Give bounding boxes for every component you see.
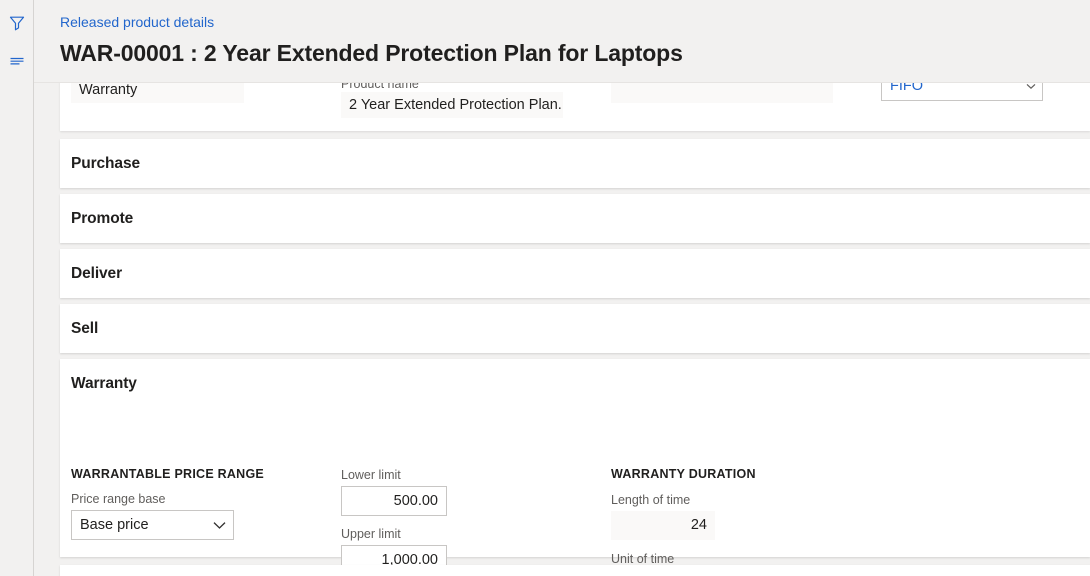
section-promote[interactable]: Promote — [60, 194, 1090, 243]
lower-limit-field[interactable]: Lower limit 500.00 — [341, 467, 447, 516]
section-warranty[interactable]: Warranty WARRANTABLE PRICE RANGE Price r… — [60, 359, 1090, 576]
section-purchase[interactable]: Purchase — [60, 139, 1090, 188]
length-of-time-value[interactable]: 24 — [611, 511, 715, 540]
price-range-base-label: Price range base — [71, 492, 166, 506]
section-deliver[interactable]: Deliver — [60, 249, 1090, 298]
section-warranty-label: Warranty — [71, 374, 137, 392]
warranty-section-body: WARRANTABLE PRICE RANGE Price range base… — [60, 408, 1090, 576]
section-next-partial[interactable] — [60, 565, 1090, 576]
lower-limit-label: Lower limit — [341, 468, 401, 482]
price-range-base-combobox[interactable]: Base price — [71, 510, 234, 540]
released-product-details-page: Warranty Product name 2 Year Extended Pr… — [0, 0, 1090, 576]
section-purchase-header[interactable]: Purchase — [60, 139, 1090, 188]
section-promote-label: Promote — [71, 209, 134, 227]
filter-funnel-icon[interactable] — [0, 10, 33, 36]
section-deliver-label: Deliver — [71, 264, 122, 282]
length-of-time-field[interactable]: Length of time 24 — [611, 492, 715, 540]
page-title: WAR-00001 : 2 Year Extended Protection P… — [60, 40, 683, 66]
form-scroll-area[interactable]: Warranty Product name 2 Year Extended Pr… — [34, 0, 1090, 576]
price-range-base-value: Base price — [80, 517, 149, 533]
warranty-duration-group-title: WARRANTY DURATION — [611, 467, 756, 481]
left-rail — [0, 0, 34, 576]
chevron-down-icon — [213, 511, 226, 539]
warrantable-price-range-group-title: WARRANTABLE PRICE RANGE — [71, 467, 265, 481]
page-header: Released product details WAR-00001 : 2 Y… — [34, 0, 1090, 83]
product-name-value: 2 Year Extended Protection Plan... — [341, 92, 563, 118]
section-promote-header[interactable]: Promote — [60, 194, 1090, 243]
product-name-field[interactable]: Product name 2 Year Extended Protection … — [341, 77, 563, 118]
price-range-base-field[interactable]: Price range base Base price — [71, 491, 234, 540]
section-warranty-header[interactable]: Warranty — [60, 359, 1090, 408]
breadcrumb[interactable]: Released product details — [60, 13, 214, 31]
section-deliver-header[interactable]: Deliver — [60, 249, 1090, 298]
upper-limit-label: Upper limit — [341, 527, 401, 541]
list-lines-icon[interactable] — [0, 48, 33, 74]
section-sell-header[interactable]: Sell — [60, 304, 1090, 353]
length-of-time-label: Length of time — [611, 493, 691, 507]
section-sell-label: Sell — [71, 319, 99, 337]
section-sell[interactable]: Sell — [60, 304, 1090, 353]
section-purchase-label: Purchase — [71, 154, 140, 172]
lower-limit-input[interactable]: 500.00 — [341, 486, 447, 516]
